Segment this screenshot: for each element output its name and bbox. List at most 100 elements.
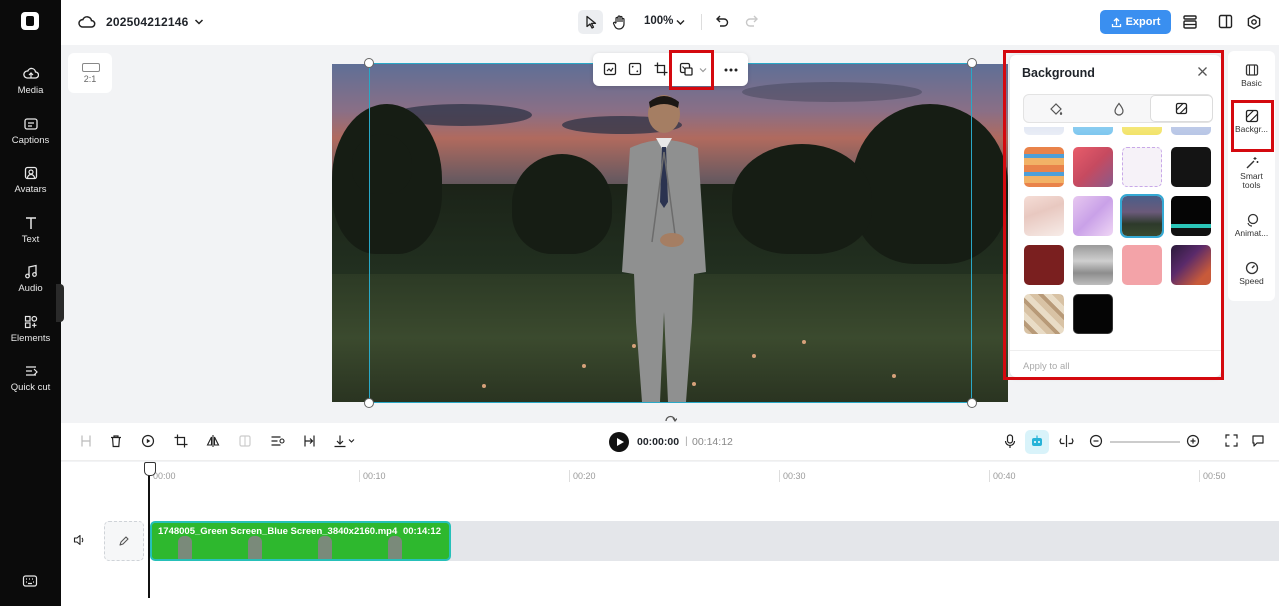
export-label: Export — [1125, 16, 1161, 28]
ai-assistant-button[interactable] — [1025, 430, 1049, 454]
rotate-icon — [665, 415, 677, 423]
hand-tool-button[interactable] — [612, 14, 627, 30]
collapse-left-panel-handle[interactable] — [56, 284, 64, 322]
cloud-upload-icon — [22, 67, 39, 79]
nav-avatars[interactable]: Avatars — [0, 165, 61, 195]
basic-icon — [1245, 64, 1258, 76]
time-tick: 00:50 — [1199, 470, 1226, 482]
comment-icon — [1252, 435, 1264, 447]
zoom-in-icon — [1186, 434, 1200, 448]
rail-animation[interactable]: Animat... — [1228, 213, 1275, 238]
resize-handle-bottom-left[interactable] — [364, 398, 374, 408]
flip-button[interactable] — [206, 434, 220, 448]
crop-button[interactable] — [654, 62, 668, 76]
undo-button[interactable] — [714, 14, 729, 28]
nav-elements[interactable]: Elements — [0, 314, 61, 344]
clip-thumbnail — [248, 536, 262, 559]
app-logo[interactable] — [21, 12, 39, 30]
zoom-chevron-icon[interactable] — [676, 19, 685, 26]
resize-handle-top-left[interactable] — [364, 58, 374, 68]
timeline[interactable]: 00:00 00:10 00:20 00:30 00:40 00:50 1748… — [61, 462, 1279, 606]
zoom-out-button[interactable] — [1089, 434, 1103, 448]
nav-quick-cut[interactable]: Quick cut — [0, 363, 61, 393]
upload-icon — [1111, 17, 1121, 27]
zoom-in-button[interactable] — [1186, 434, 1200, 448]
rail-smart-tools-label: Smart tools — [1240, 171, 1263, 190]
split-button[interactable] — [79, 434, 93, 448]
timeline-edit-icon — [271, 436, 285, 446]
clip-filename: 1748005_Green Screen_Blue Screen_3840x21… — [158, 526, 398, 537]
text-icon — [25, 217, 36, 229]
chevron-down-icon[interactable] — [194, 18, 204, 26]
rotate-handle[interactable] — [664, 413, 677, 423]
stack-icon — [1183, 15, 1197, 29]
divider — [701, 14, 702, 30]
rail-basic-label: Basic — [1241, 78, 1262, 88]
trim-button[interactable] — [302, 434, 316, 448]
current-time: 00:00:00 — [637, 436, 680, 448]
fullscreen-button[interactable] — [1225, 434, 1238, 447]
replace-media-button[interactable] — [603, 62, 617, 76]
trash-icon — [111, 435, 121, 448]
time-tick: 00:40 — [989, 470, 1016, 482]
nav-captions[interactable]: Captions — [0, 116, 61, 146]
crop-clip-button[interactable] — [174, 434, 188, 448]
animation-icon — [1246, 213, 1258, 227]
clip-thumbnail — [178, 536, 192, 559]
nav-text-label: Text — [21, 234, 40, 245]
redo-button[interactable] — [745, 14, 760, 28]
nav-audio[interactable]: Audio — [0, 264, 61, 294]
right-property-rail: Basic Backgr... Smart tools Animat... Sp… — [1228, 51, 1275, 301]
nav-text[interactable]: Text — [0, 215, 61, 245]
export-button[interactable]: Export — [1100, 10, 1171, 34]
cover-edit-button[interactable] — [104, 521, 144, 561]
play-circle-icon — [141, 434, 155, 448]
freeze-frame-button[interactable] — [141, 434, 155, 448]
cloud-sync-icon[interactable] — [78, 14, 96, 30]
rail-speed[interactable]: Speed — [1228, 261, 1275, 286]
clip-thumbnail — [318, 536, 332, 559]
captions-icon — [23, 118, 38, 130]
resize-handle-bottom-right[interactable] — [967, 398, 977, 408]
resize-handle-top-right[interactable] — [967, 58, 977, 68]
selection-box[interactable] — [369, 63, 972, 403]
fullscreen-icon — [1225, 434, 1238, 447]
adjust-speed-button[interactable] — [270, 434, 285, 448]
rail-smart-tools[interactable]: Smart tools — [1228, 156, 1275, 190]
clip-duration: 00:14:12 — [402, 526, 441, 537]
time-tick: 00:30 — [779, 470, 806, 482]
layout-toggle-button[interactable] — [1218, 14, 1233, 29]
speed-icon — [1245, 261, 1258, 275]
zoom-level[interactable]: 100% — [644, 15, 673, 27]
timeline-zoom-slider[interactable] — [1110, 441, 1180, 443]
aspect-ratio-button[interactable]: 2:1 — [68, 53, 112, 93]
play-button[interactable] — [609, 432, 629, 452]
more-dots-icon — [724, 68, 738, 72]
split-icon — [81, 435, 91, 447]
download-button[interactable] — [333, 434, 355, 448]
trim-icon — [304, 435, 315, 447]
pencil-icon — [119, 536, 129, 546]
more-options-button[interactable] — [724, 68, 738, 72]
voiceover-button[interactable] — [1004, 434, 1016, 449]
storage-button[interactable] — [1182, 14, 1198, 30]
time-separator: | — [685, 435, 688, 447]
fit-frame-button[interactable] — [628, 62, 642, 76]
snap-button[interactable] — [1059, 434, 1074, 448]
delete-button[interactable] — [109, 434, 123, 448]
playhead[interactable] — [144, 462, 156, 598]
keyboard-shortcuts-button[interactable] — [22, 574, 38, 588]
highlight-box-background-tab — [1231, 100, 1274, 152]
project-title[interactable]: 202504212146 — [106, 15, 189, 29]
settings-button[interactable] — [1246, 14, 1262, 30]
hand-icon — [612, 15, 625, 30]
video-clip[interactable]: 1748005_Green Screen_Blue Screen_3840x21… — [150, 521, 451, 561]
track-mute-button[interactable] — [73, 534, 86, 546]
select-tool-button[interactable] — [578, 10, 603, 34]
nav-elements-label: Elements — [10, 333, 51, 344]
redo-icon — [745, 15, 758, 27]
nav-media[interactable]: Media — [0, 66, 61, 96]
rail-basic[interactable]: Basic — [1228, 63, 1275, 88]
mirror-button[interactable] — [238, 434, 252, 448]
feedback-button[interactable] — [1251, 434, 1265, 448]
